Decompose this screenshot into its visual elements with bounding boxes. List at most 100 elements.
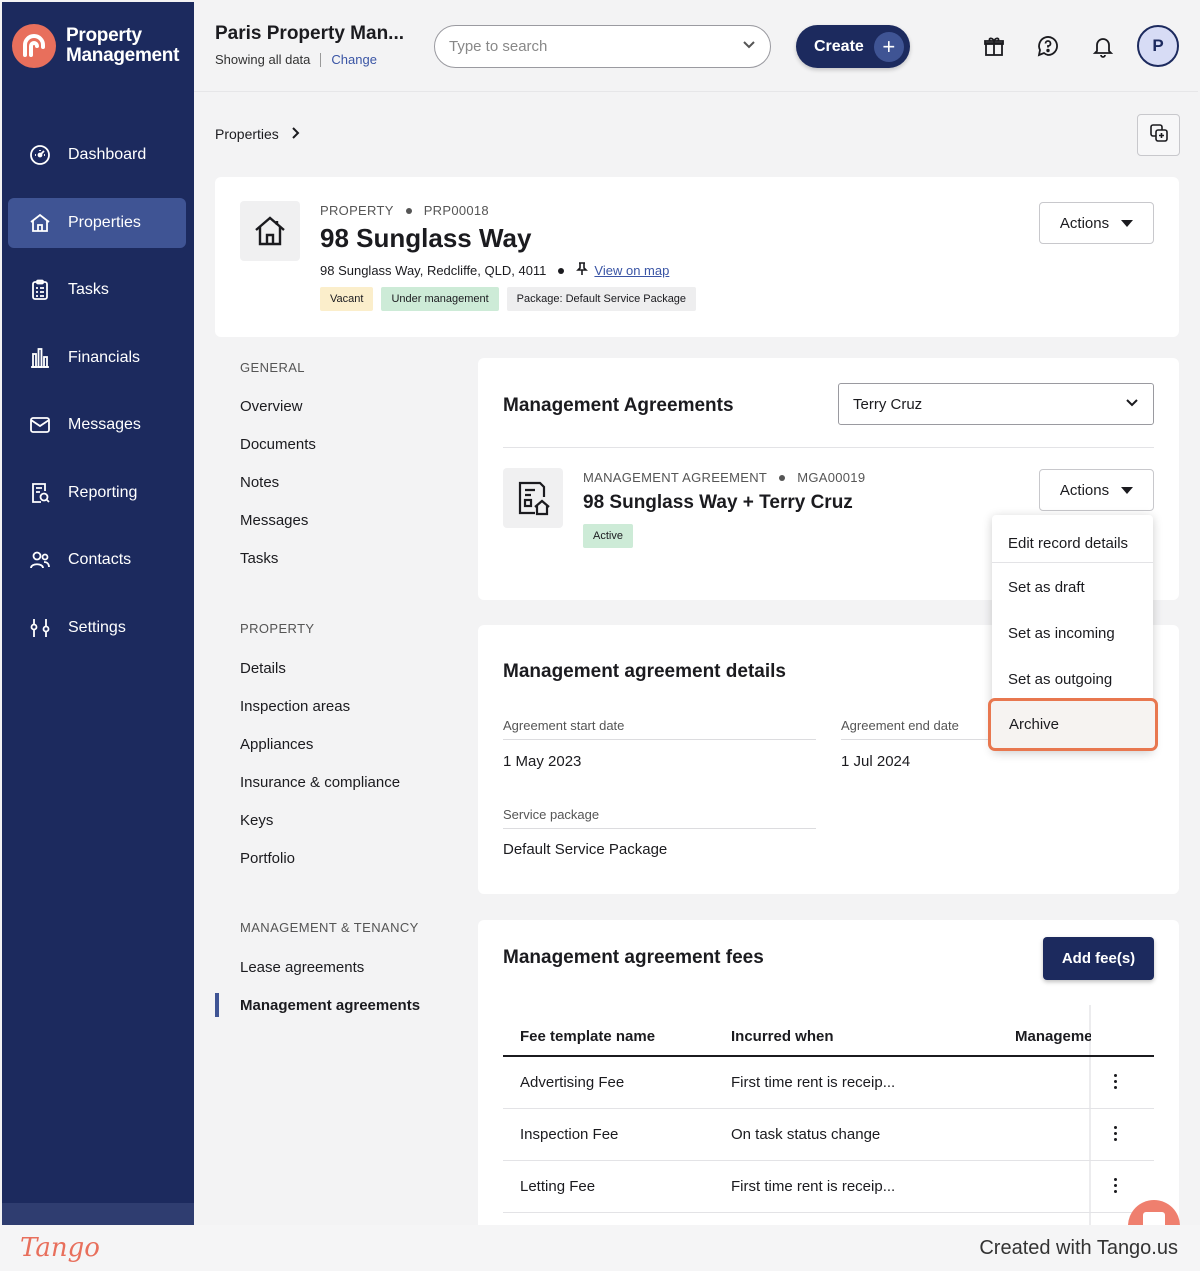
breadcrumb-properties[interactable]: Properties [215,126,279,142]
subnav-overview[interactable]: Overview [240,398,303,415]
subnav-portfolio[interactable]: Portfolio [240,850,295,867]
subnav-keys[interactable]: Keys [240,812,273,829]
org-title[interactable]: Paris Property Man... [215,23,404,45]
menu-item-set-incoming[interactable]: Set as incoming [992,613,1153,653]
home-icon [8,211,68,235]
agreement-type: MANAGEMENT AGREEMENT [583,470,768,485]
column-header[interactable]: Fee template name [520,1028,655,1045]
subnav-inspection-areas[interactable]: Inspection areas [240,698,350,715]
search-box[interactable] [434,25,771,68]
table-row[interactable]: Inspection Fee On task status change [503,1109,1154,1161]
house-icon [240,201,300,261]
sidebar-item-settings[interactable]: Settings [8,603,186,653]
menu-item-archive[interactable]: Archive [1009,716,1059,733]
bell-icon[interactable] [1089,32,1117,60]
subnav-insurance-compliance[interactable]: Insurance & compliance [240,774,400,791]
actions-label: Actions [1059,481,1110,499]
create-label: Create [814,37,864,55]
kebab-menu-icon[interactable] [1114,1074,1117,1089]
dot-separator [558,267,565,274]
view-on-map-link[interactable]: View on map [594,263,669,278]
subnav-lease-agreements[interactable]: Lease agreements [240,959,364,976]
logo-line1: Property [66,25,142,46]
org-subtitle: Showing all data Change [215,52,377,67]
clipboard-icon [8,278,68,302]
subnav-messages[interactable]: Messages [240,512,308,529]
fee-name: Letting Fee [520,1178,596,1195]
sidebar-item-label: Contacts [68,551,132,568]
sidebar-item-properties[interactable]: Properties [8,198,186,248]
table-row[interactable]: Letting Fee First time rent is receip... [503,1161,1154,1213]
sidebar-item-label: Tasks [68,281,109,298]
menu-item-set-outgoing[interactable]: Set as outgoing [992,659,1153,699]
table-row[interactable]: Advertising Fee First time rent is recei… [503,1057,1154,1109]
sidebar-item-contacts[interactable]: Contacts [8,535,186,585]
menu-item-set-draft[interactable]: Set as draft [992,567,1153,607]
top-bar: Paris Property Man... Showing all data C… [194,2,1198,92]
dashboard-icon [8,143,68,167]
subnav-appliances[interactable]: Appliances [240,736,313,753]
column-header[interactable]: Incurred when [731,1028,834,1045]
sliders-icon [8,616,68,640]
end-date-label: Agreement end date [841,718,959,733]
create-button[interactable]: Create + [796,25,910,68]
help-icon[interactable] [1034,32,1062,60]
column-header[interactable]: Manageme [1015,1028,1091,1045]
tango-credit: Created with Tango.us [979,1237,1178,1259]
service-package-label: Service package [503,807,600,822]
chevron-down-icon[interactable] [742,37,756,56]
field-divider [503,828,816,829]
sidebar-item-messages[interactable]: Messages [8,400,186,450]
gift-icon[interactable] [980,32,1008,60]
chevron-right-icon [291,126,301,142]
envelope-icon [8,413,68,437]
status-badge: Vacant [320,287,374,311]
sidebar-item-label: Financials [68,349,141,366]
subnav-management-agreements[interactable]: Management agreements [240,997,420,1014]
subnav-tasks[interactable]: Tasks [240,550,278,567]
owner-select[interactable]: Terry Cruz [838,383,1154,425]
add-fee-button[interactable]: Add fee(s) [1043,937,1154,980]
agreement-name: 98 Sunglass Way + Terry Cruz [583,492,853,513]
sidebar-item-label: Dashboard [68,146,147,163]
dot-separator [779,474,786,481]
sidebar-item-label: Properties [68,214,141,231]
card-title: Management agreement fees [503,947,764,968]
fee-name: Advertising Fee [520,1074,625,1091]
agreement-eyebrow: MANAGEMENT AGREEMENT MGA00019 [583,470,865,485]
sidebar-item-financials[interactable]: Financials [8,333,186,383]
avatar[interactable]: P [1137,25,1179,67]
status-badge: Active [583,524,633,548]
search-input[interactable] [449,38,709,55]
sidebar-item-reporting[interactable]: Reporting [8,468,186,518]
pin-icon [576,262,589,279]
chat-launcher[interactable] [1128,1200,1180,1225]
agreement-document-icon [503,468,563,528]
kebab-menu-icon[interactable] [1114,1126,1117,1141]
package-badge: Package: Default Service Package [506,287,697,311]
menu-divider [992,562,1153,563]
sidebar-item-label: Settings [68,619,126,636]
menu-item-edit-record[interactable]: Edit record details [992,523,1153,563]
subnav-details[interactable]: Details [240,660,286,677]
property-actions-button[interactable]: Actions [1039,202,1154,244]
menu-item-archive-highlight[interactable]: Archive [988,698,1158,751]
sidebar-item-dashboard[interactable]: Dashboard [8,130,186,180]
section-header-general: GENERAL [240,360,305,375]
kebab-menu-icon[interactable] [1114,1178,1117,1193]
logo-mark-icon [12,24,56,68]
sidebar-item-tasks[interactable]: Tasks [8,265,186,315]
change-link[interactable]: Change [331,52,377,67]
tango-logo: Tango [20,1233,100,1263]
agreement-actions-button[interactable]: Actions [1039,469,1154,511]
chat-icon [1143,1212,1165,1225]
start-date-label: Agreement start date [503,718,625,733]
app-logo[interactable]: Property Management [12,24,179,68]
sidebar-item-label: Reporting [68,484,138,501]
subnav-notes[interactable]: Notes [240,474,279,491]
property-title: 98 Sunglass Way [320,223,532,253]
subnav-documents[interactable]: Documents [240,436,316,453]
showing-text: Showing all data [215,52,311,67]
copy-button[interactable] [1137,114,1180,156]
owner-select-value: Terry Cruz [853,395,923,413]
